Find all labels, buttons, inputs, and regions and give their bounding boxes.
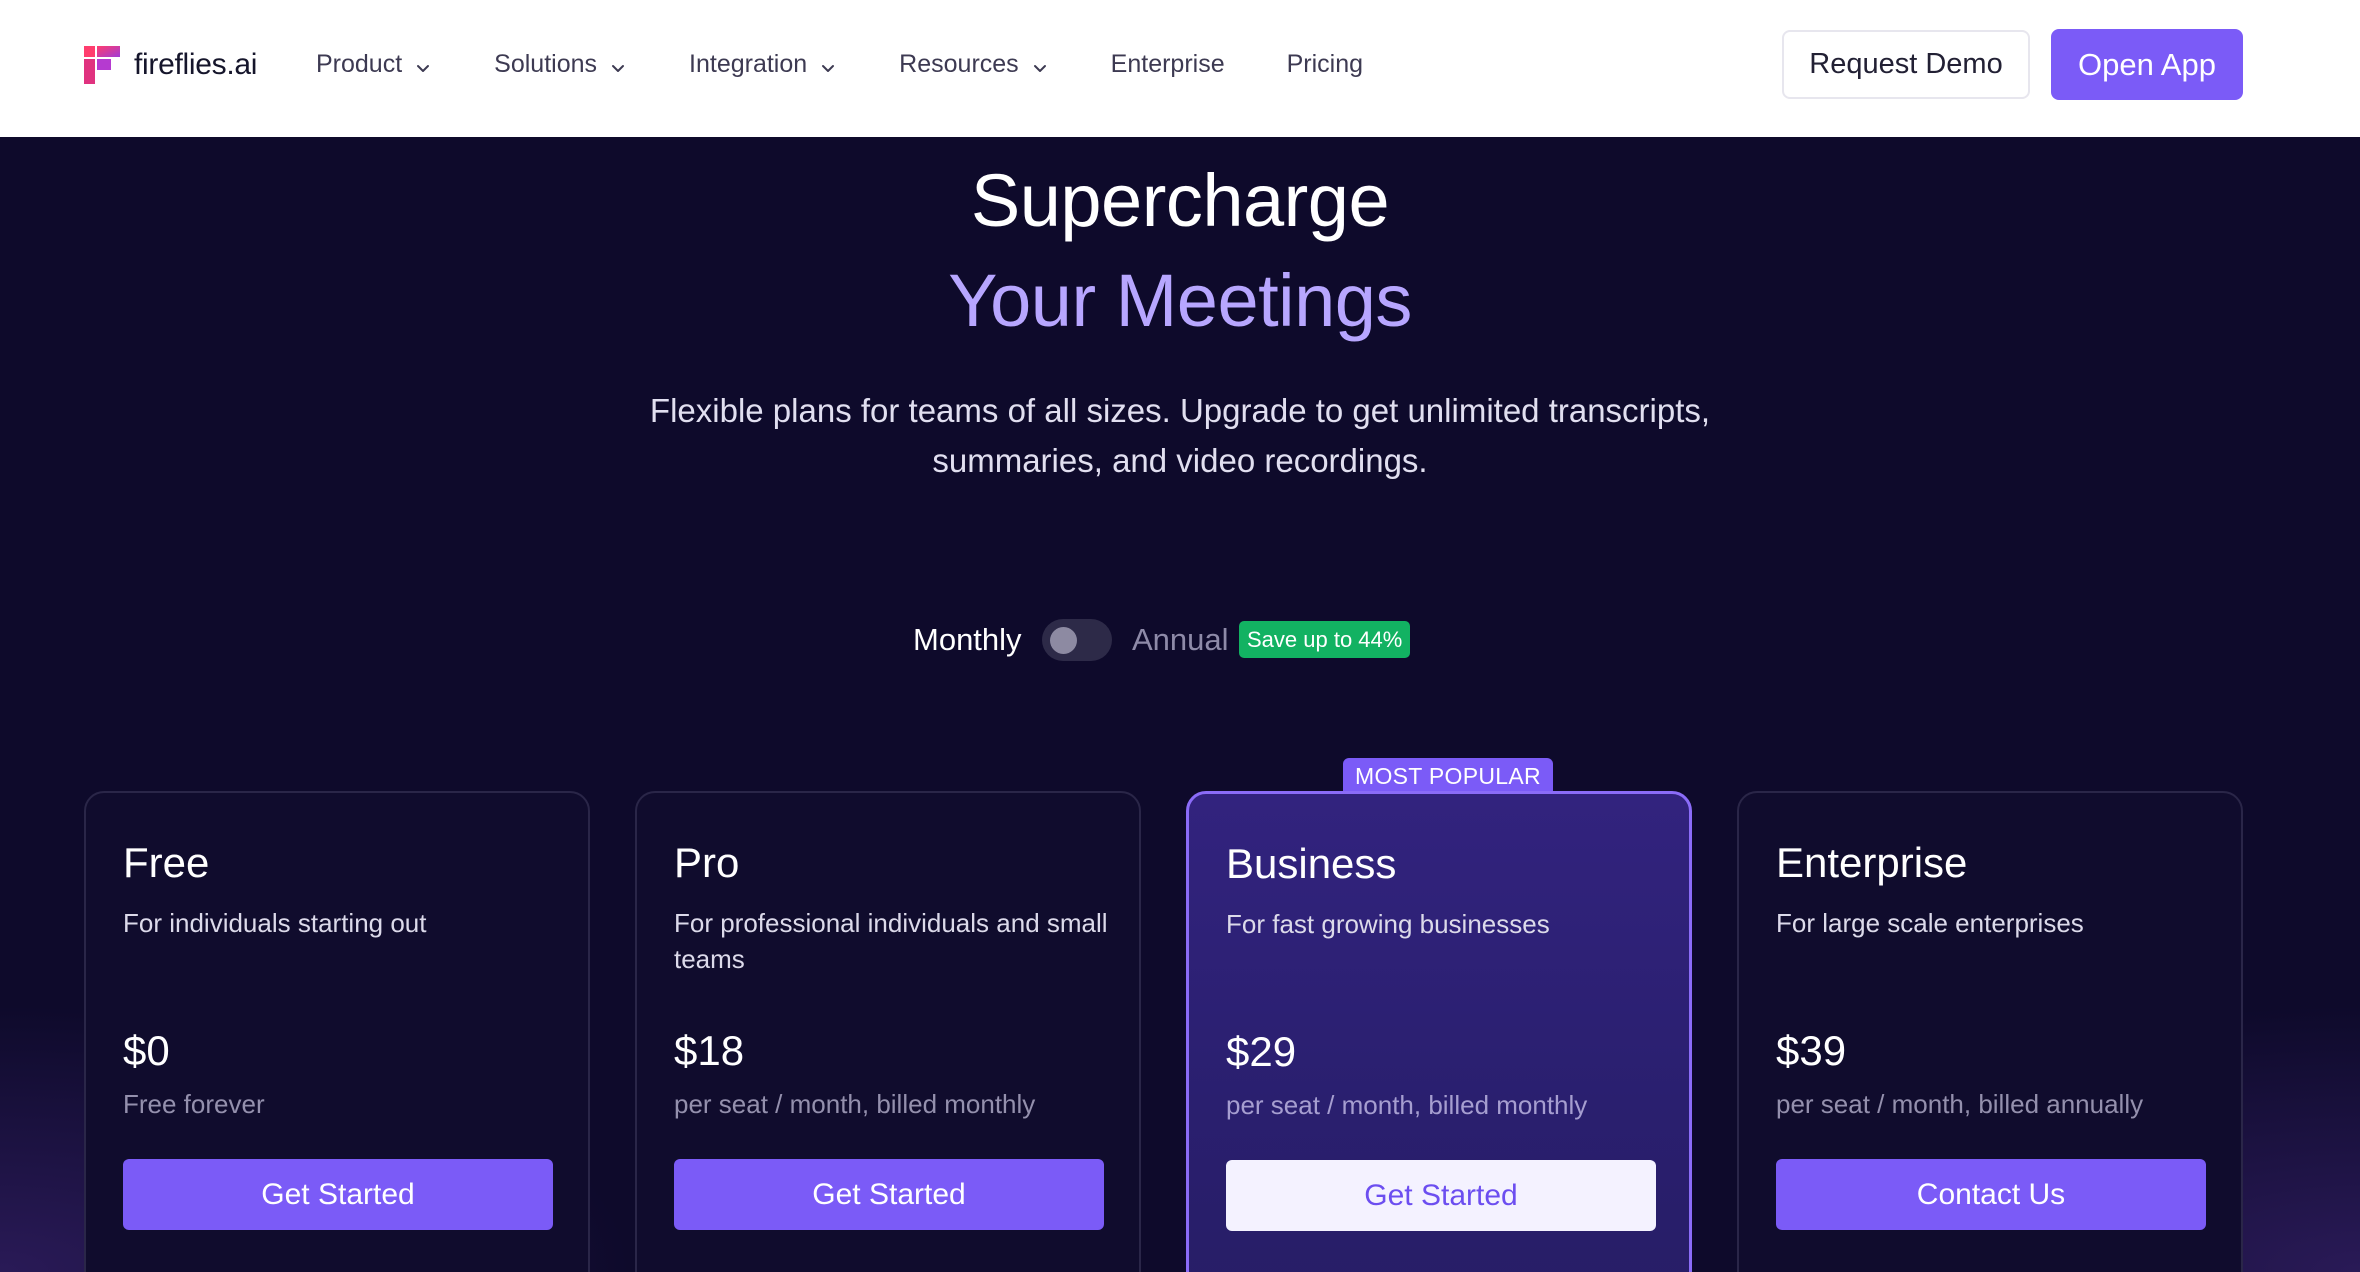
plan-name: Enterprise [1776,839,1968,886]
nav-item-label: Integration [689,49,808,78]
plan-price-note: per seat / month, billed monthly [1226,1090,1588,1120]
contact-us-button[interactable]: Contact Us [1776,1159,2206,1230]
plan-card-free: Free For individuals starting out $0 Fre… [84,791,590,1272]
get-started-button[interactable]: Get Started [674,1159,1104,1230]
plan-card-pro: Pro For professional individuals and sma… [635,791,1141,1272]
fireflies-logo-icon [84,46,120,84]
plan-description: For professional individuals and small t… [674,908,1108,974]
chevron-down-icon [819,55,837,73]
top-navigation: fireflies.ai Product Solutions Integrati… [0,0,2360,137]
brand-name: fireflies.ai [134,48,258,81]
nav-item-pricing[interactable]: Pricing [1287,50,1363,79]
save-badge: Save up to 44% [1239,621,1411,658]
billing-period-toggle[interactable] [1042,619,1112,661]
plan-price-note: Free forever [123,1089,265,1119]
nav-item-integration[interactable]: Integration [689,50,837,79]
most-popular-badge: MOST POPULAR [1343,758,1553,794]
chevron-down-icon [1031,55,1049,73]
plan-description: For large scale enterprises [1776,908,2084,938]
nav-item-label: Resources [899,49,1019,78]
hero-title: Supercharge [970,159,1390,242]
get-started-button[interactable]: Get Started [1226,1160,1656,1231]
nav-item-label: Pricing [1286,49,1364,78]
nav-item-resources[interactable]: Resources [899,50,1049,79]
plan-name: Free [123,839,210,886]
nav-item-enterprise[interactable]: Enterprise [1111,50,1225,79]
chevron-down-icon [414,55,432,73]
plan-price: $39 [1776,1027,1847,1074]
toggle-knob [1050,627,1077,654]
nav-item-label: Product [316,49,403,78]
plan-description: For fast growing businesses [1226,909,1550,939]
plan-card-business: Business For fast growing businesses $29… [1186,791,1692,1272]
nav-item-product[interactable]: Product [316,50,432,79]
hero-title-highlight: Your Meetings [948,259,1412,342]
plan-card-enterprise: Enterprise For large scale enterprises $… [1737,791,2243,1272]
chevron-down-icon [609,55,627,73]
nav-item-solutions[interactable]: Solutions [494,50,627,79]
get-started-button[interactable]: Get Started [123,1159,553,1230]
plan-price: $18 [674,1027,745,1074]
request-demo-button[interactable]: Request Demo [1782,30,2030,99]
plan-price-note: per seat / month, billed annually [1776,1089,2144,1119]
brand-logo[interactable]: fireflies.ai [84,46,257,84]
billing-annual-label[interactable]: Annual [1132,622,1229,658]
hero-subtitle: Flexible plans for teams of all sizes. U… [649,392,1711,479]
plan-price: $0 [123,1027,170,1074]
plan-description: For individuals starting out [123,908,427,938]
nav-item-label: Enterprise [1110,49,1225,78]
open-app-button[interactable]: Open App [2051,29,2243,100]
plan-name: Business [1226,840,1397,887]
nav-item-label: Solutions [494,49,598,78]
main-menu: Product Solutions Integration Resources … [316,42,1425,86]
plan-name: Pro [674,839,740,886]
plan-price: $29 [1226,1028,1297,1075]
plan-price-note: per seat / month, billed monthly [674,1089,1036,1119]
billing-toggle-row: Monthly Annual Save up to 44% [0,614,2360,666]
billing-monthly-label[interactable]: Monthly [913,622,1022,658]
